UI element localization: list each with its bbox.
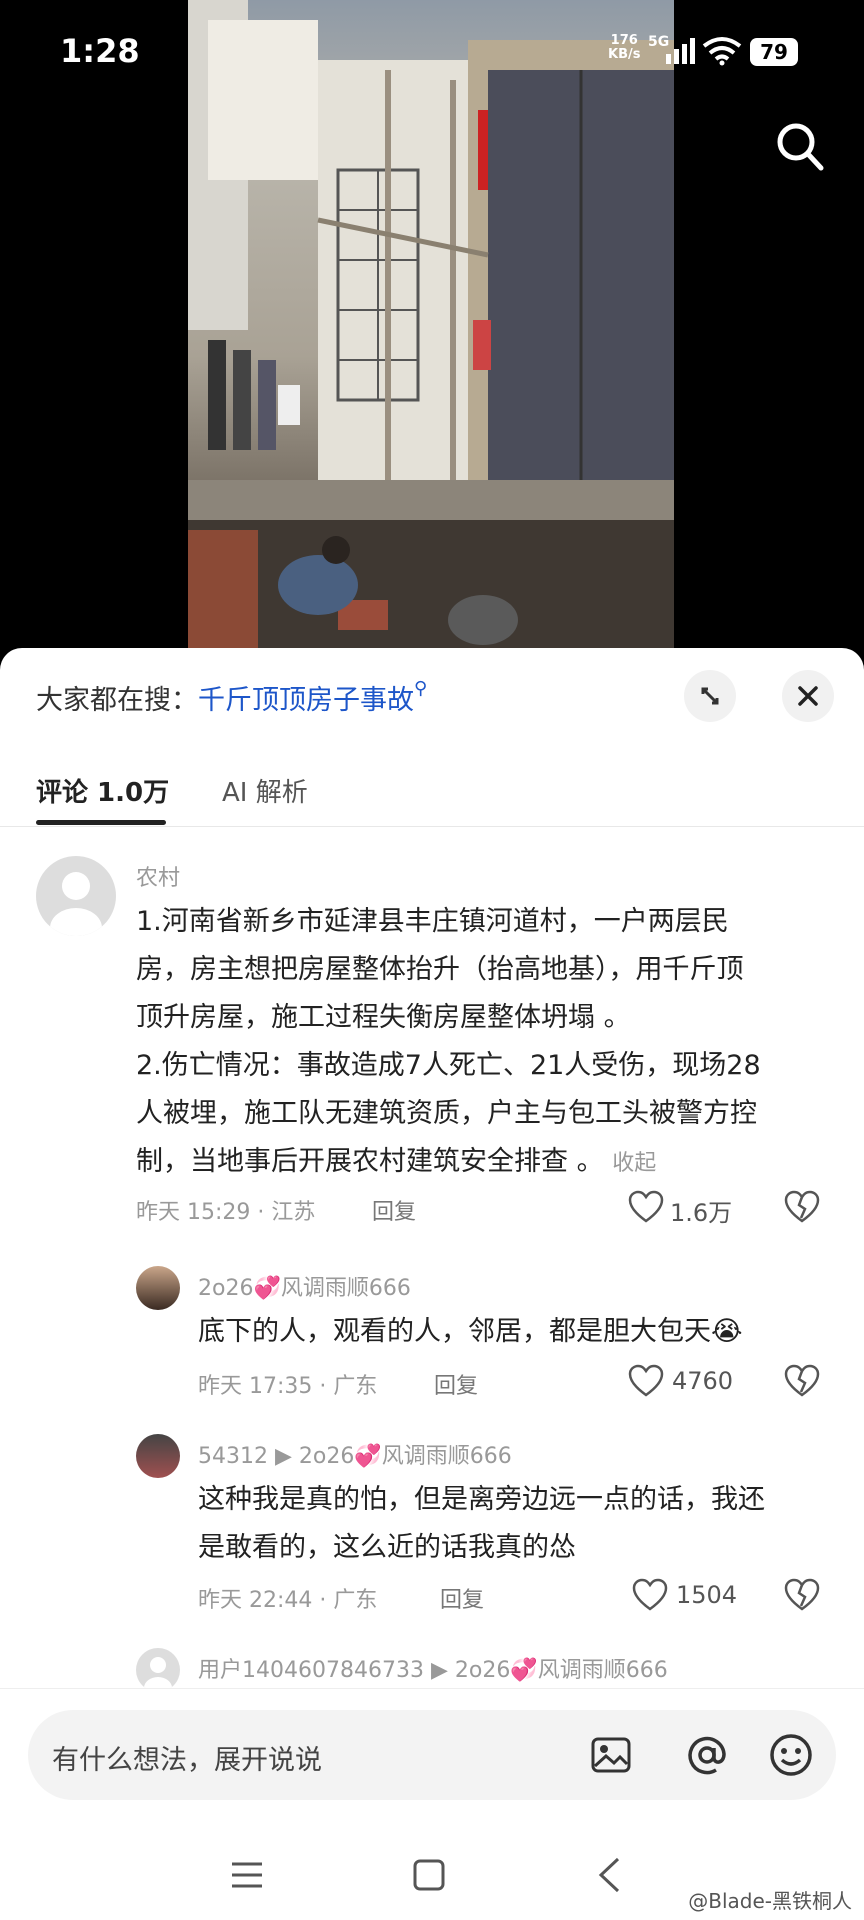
expand-icon — [701, 687, 719, 705]
reply-target-user[interactable]: 2o26💞风调雨顺666 — [455, 1658, 668, 1683]
comment-panel: 大家都在搜：千斤顶顶房子事故⚲ 评论 1.0万 AI 解析 农村 1.河南省新乡… — [0, 648, 864, 1920]
default-avatar-icon — [50, 872, 102, 936]
reply-text: 底下的人，观看的人，邻居，都是胆大包天😭 — [198, 1316, 743, 1347]
comment-line: 2.伤亡情况：事故造成7人死亡、21人受伤，现场28 — [136, 1050, 761, 1081]
reply-line: 这种我是真的怕，但是离旁边远一点的话，我还 — [198, 1484, 765, 1515]
like-icon[interactable] — [628, 1190, 664, 1224]
reply-button[interactable]: 回复 — [440, 1582, 484, 1614]
reply-line: 是敢看的，这么近的话我真的怂 — [198, 1532, 576, 1563]
reply-user[interactable]: 54312 — [198, 1444, 268, 1469]
comment-meta: 昨天 15:29 · 江苏 — [136, 1200, 316, 1225]
net-speed-unit: KB/s — [608, 47, 641, 62]
avatar[interactable] — [136, 1266, 180, 1310]
expand-button[interactable] — [684, 670, 736, 722]
like-count: 1504 — [676, 1581, 738, 1609]
watermark: @Blade-黑铁桐人 — [688, 1889, 852, 1913]
dislike-icon[interactable] — [784, 1190, 820, 1224]
reply-meta: 昨天 17:35 · 广东 — [198, 1374, 378, 1399]
network-speed: 176 KB/s — [608, 34, 640, 62]
reply-username: 54312 ▶ 2o26💞风调雨顺666 — [198, 1438, 512, 1470]
comment-input-placeholder: 有什么想法，展开说说 — [52, 1745, 322, 1776]
comment-line: 房，房主想把房屋整体抬升（抬高地基），用千斤顶 — [136, 954, 744, 985]
default-avatar-icon — [144, 1657, 172, 1692]
reply-user[interactable]: 用户1404607846733 — [198, 1658, 424, 1683]
image-icon[interactable] — [590, 1734, 632, 1776]
reply-text: 这种我是真的怕，但是离旁边远一点的话，我还 是敢看的，这么近的话我真的怂 — [198, 1476, 765, 1572]
comment-username[interactable]: 农村 — [136, 860, 180, 892]
system-nav-bar: @Blade-黑铁桐人 — [0, 1838, 864, 1920]
search-small-icon: ⚲ — [414, 678, 428, 699]
status-bar: 1:28 176 KB/s 5G 79 — [0, 0, 864, 110]
avatar[interactable] — [136, 1648, 180, 1692]
wifi-icon — [702, 37, 742, 66]
signal-icon — [666, 38, 695, 64]
like-count: 4760 — [672, 1367, 734, 1395]
comment-input[interactable]: 有什么想法，展开说说 — [28, 1710, 836, 1800]
avatar[interactable] — [136, 1434, 180, 1478]
battery-indicator: 79 — [750, 38, 798, 66]
reply-arrow-icon: ▶ — [275, 1444, 299, 1469]
status-time: 1:28 — [60, 32, 140, 70]
back-icon[interactable] — [596, 1856, 622, 1894]
comment-line: 1.河南省新乡市延津县丰庄镇河道村，一户两层民 — [136, 906, 729, 937]
trending-search[interactable]: 大家都在搜：千斤顶顶房子事故⚲ — [36, 678, 427, 717]
like-icon[interactable] — [632, 1578, 668, 1612]
like-icon[interactable] — [628, 1364, 664, 1398]
search-icon[interactable] — [776, 122, 824, 174]
menu-icon[interactable] — [230, 1860, 264, 1890]
reply-meta: 昨天 22:44 · 广东 — [198, 1588, 378, 1613]
active-tab-indicator — [36, 820, 166, 825]
dislike-icon[interactable] — [784, 1364, 820, 1398]
close-button[interactable] — [782, 670, 834, 722]
avatar[interactable] — [36, 856, 116, 936]
collapse-link[interactable]: 收起 — [612, 1151, 656, 1176]
like-count: 1.6万 — [670, 1199, 733, 1227]
trending-query[interactable]: 千斤顶顶房子事故 — [198, 685, 414, 716]
reply-target-user[interactable]: 2o26💞风调雨顺666 — [299, 1444, 512, 1469]
reply-button[interactable]: 回复 — [372, 1194, 416, 1226]
comment-tabs: 评论 1.0万 AI 解析 — [0, 762, 864, 827]
reply-arrow-icon: ▶ — [430, 1658, 455, 1683]
mention-icon[interactable] — [684, 1732, 730, 1778]
tab-comments[interactable]: 评论 1.0万 — [36, 772, 169, 809]
dislike-icon[interactable] — [784, 1578, 820, 1612]
home-icon[interactable] — [412, 1858, 446, 1892]
net-speed-value: 176 — [610, 33, 638, 48]
tab-ai-analysis[interactable]: AI 解析 — [222, 772, 308, 809]
comment-text: 1.河南省新乡市延津县丰庄镇河道村，一户两层民 房，房主想把房屋整体抬升（抬高地… — [136, 898, 761, 1188]
close-icon — [798, 686, 818, 706]
emoji-icon[interactable] — [768, 1732, 814, 1778]
comment-line: 顶升房屋，施工过程失衡房屋整体坍塌 。 — [136, 1002, 631, 1033]
comment-line: 人被埋，施工队无建筑资质，户主与包工头被警方控 — [136, 1098, 757, 1129]
reply-button[interactable]: 回复 — [434, 1368, 478, 1400]
reply-username: 用户1404607846733 ▶ 2o26💞风调雨顺666 — [198, 1652, 668, 1684]
comment-line-last: 制，当地事后开展农村建筑安全排查 。 收起 — [136, 1138, 761, 1188]
comment-line: 制，当地事后开展农村建筑安全排查 。 — [136, 1146, 604, 1177]
trending-prefix: 大家都在搜： — [36, 685, 198, 716]
reply-username[interactable]: 2o26💞风调雨顺666 — [198, 1270, 411, 1302]
